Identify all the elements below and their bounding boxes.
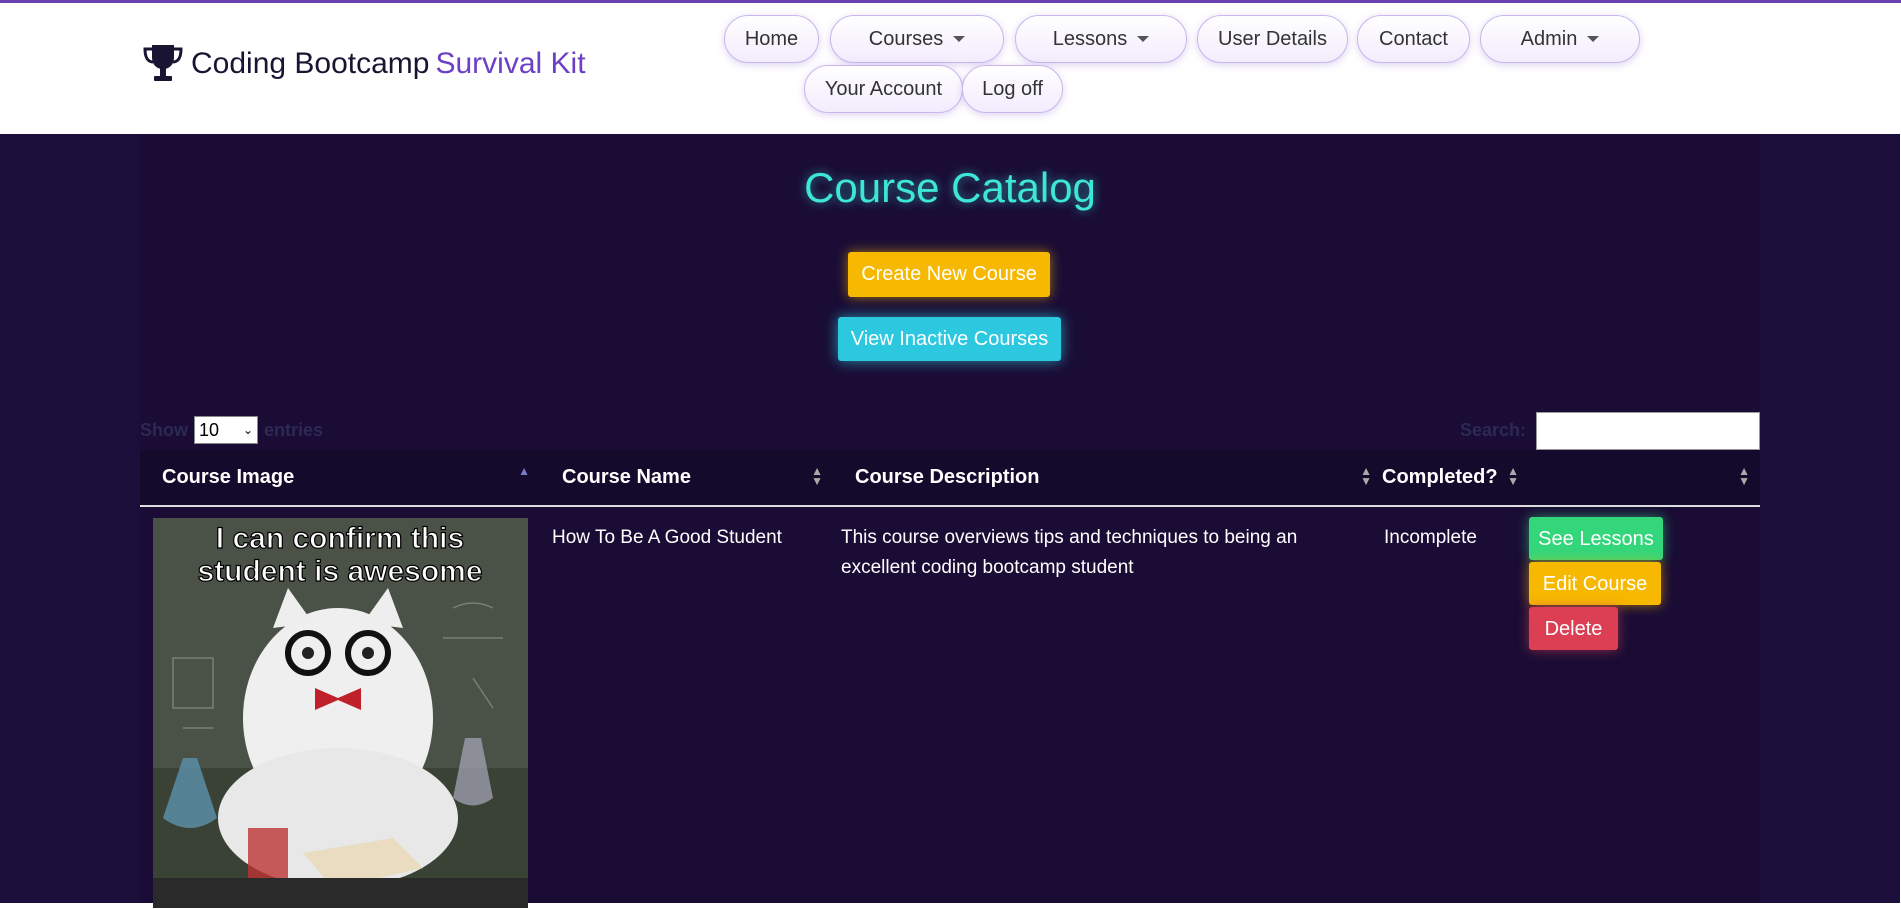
nav-log-off-label: Log off <box>982 77 1043 100</box>
meme-caption-line2: student is awesome <box>197 555 482 588</box>
sort-icon: ▲ ▼ <box>811 464 823 488</box>
nav-contact-label: Contact <box>1379 27 1448 50</box>
table-row: I can confirm this student is awesome Ho… <box>140 506 1760 909</box>
see-lessons-button[interactable]: See Lessons <box>1529 517 1663 560</box>
nav-user-details-label: User Details <box>1218 27 1327 50</box>
header-course-name-label: Course Name <box>562 466 691 488</box>
nav-user-details[interactable]: User Details <box>1197 15 1348 63</box>
search-label: Search: <box>1460 420 1527 440</box>
nav-home-label: Home <box>744 27 799 50</box>
course-name-cell: How To Be A Good Student <box>552 527 782 548</box>
header-course-description-label: Course Description <box>855 466 1040 488</box>
nav-contact[interactable]: Contact <box>1357 15 1470 63</box>
nav-lessons-label: Lessons <box>1052 27 1128 50</box>
page-title: Course Catalog <box>804 164 1096 211</box>
header-course-image-label: Course Image <box>162 466 295 488</box>
chevron-down-icon <box>953 36 966 42</box>
trophy-icon <box>143 45 183 81</box>
search-input[interactable] <box>1536 412 1760 450</box>
top-navbar: Coding Bootcamp Survival Kit Home Course… <box>0 0 1901 134</box>
course-table: Course Image ▲ Course Name ▲ ▼ Course Descr… <box>140 450 1760 909</box>
nav-log-off[interactable]: Log off <box>962 65 1063 113</box>
header-course-image[interactable]: Course Image ▲ <box>140 450 540 507</box>
nav-courses-label: Courses <box>868 27 944 50</box>
nav-courses-dropdown[interactable]: Courses <box>830 15 1004 63</box>
nav-lessons-dropdown[interactable]: Lessons <box>1015 15 1187 63</box>
nav-your-account-label: Your Account <box>824 77 943 100</box>
chevron-down-icon <box>1137 36 1150 42</box>
show-label: Show <box>140 419 188 440</box>
course-description-cell: This course overviews tips and technique… <box>841 527 1298 578</box>
brand-text-main: Coding Bootcamp <box>191 47 430 80</box>
brand-text-highlight: Survival Kit <box>435 47 586 80</box>
meme-caption-line1: I can confirm this <box>216 522 464 555</box>
course-actions-cell: See Lessons Edit Course Delete <box>1521 506 1760 909</box>
chevron-down-icon: ⌄ <box>242 423 253 437</box>
brand-logo[interactable]: Coding Bootcamp Survival Kit <box>141 41 586 87</box>
view-inactive-courses-button[interactable]: View Inactive Courses <box>838 317 1061 361</box>
entries-length-control: Show 10 ⌄ entries <box>140 416 323 444</box>
entries-select[interactable]: 10 ⌄ <box>194 416 258 444</box>
table-header-row: Course Image ▲ Course Name ▲ ▼ Course Descr… <box>140 450 1760 507</box>
header-course-name[interactable]: Course Name ▲ ▼ <box>540 450 833 507</box>
header-completed[interactable]: Completed? ▲ ▼ <box>1382 450 1521 507</box>
create-course-button[interactable]: Create New Course <box>848 252 1050 297</box>
entries-label: entries <box>264 419 324 440</box>
course-completed-cell: Incomplete <box>1384 527 1477 548</box>
chevron-down-icon <box>1587 36 1600 42</box>
sort-asc-icon: ▲ <box>518 464 530 478</box>
nav-your-account[interactable]: Your Account <box>804 65 963 113</box>
sort-icon: ▲ ▼ <box>1507 464 1519 488</box>
course-image: I can confirm this student is awesome <box>153 518 528 908</box>
header-actions[interactable]: ▲ ▼ <box>1521 450 1760 507</box>
nav-home[interactable]: Home <box>724 15 819 63</box>
nav-admin-label: Admin <box>1520 27 1578 50</box>
course-image-cell: I can confirm this student is awesome <box>140 506 540 909</box>
nav-admin-dropdown[interactable]: Admin <box>1480 15 1640 63</box>
sort-icon: ▲ ▼ <box>1738 464 1750 488</box>
header-completed-label: Completed? <box>1382 466 1498 488</box>
sort-icon: ▲ ▼ <box>1360 464 1372 488</box>
entries-select-value: 10 <box>199 419 220 440</box>
header-course-description[interactable]: Course Description ▲ ▼ <box>833 450 1382 507</box>
edit-course-button[interactable]: Edit Course <box>1529 562 1661 605</box>
delete-course-button[interactable]: Delete <box>1529 607 1618 650</box>
